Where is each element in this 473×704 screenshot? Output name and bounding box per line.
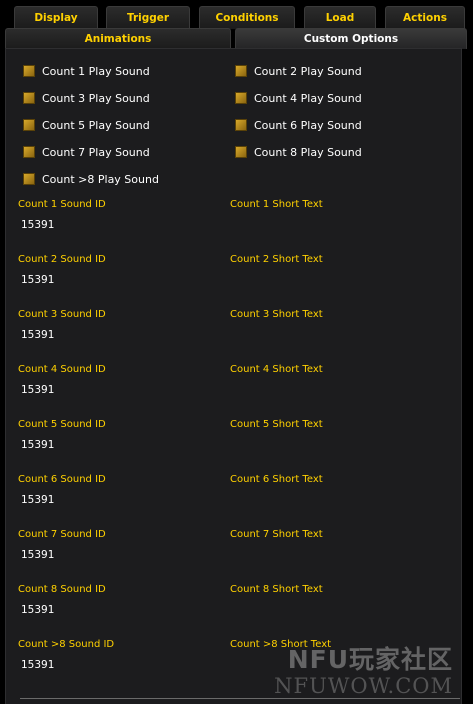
- count-8-short-text-input[interactable]: [233, 602, 433, 618]
- count-4-short-text-input[interactable]: [233, 382, 433, 398]
- checkbox-label: Count 6 Play Sound: [254, 118, 362, 132]
- count-1-sound-id-input[interactable]: [21, 217, 221, 233]
- count-5-sound-id-input[interactable]: [21, 437, 221, 453]
- count-7-play-sound-checkbox[interactable]: Count 7 Play Sound: [23, 144, 150, 160]
- watermark-url: NFUWOW.COM: [274, 674, 453, 698]
- count-2-sound-id-label: Count 2 Sound ID: [18, 254, 106, 265]
- count-5-sound-id-label: Count 5 Sound ID: [18, 419, 106, 430]
- count-8-short-text-label: Count 8 Short Text: [230, 584, 323, 595]
- count-gt8-sound-id-input[interactable]: [21, 657, 221, 673]
- tab-actions[interactable]: Actions: [385, 6, 465, 29]
- count-4-short-text-label: Count 4 Short Text: [230, 364, 323, 375]
- count-1-sound-id-label: Count 1 Sound ID: [18, 199, 106, 210]
- count-5-play-sound-checkbox[interactable]: Count 5 Play Sound: [23, 117, 150, 133]
- count-2-play-sound-checkbox[interactable]: Count 2 Play Sound: [235, 63, 362, 79]
- tab-conditions[interactable]: Conditions: [199, 6, 295, 29]
- watermark-title: NFU玩家社区: [287, 645, 453, 674]
- checkbox-label: Count 1 Play Sound: [42, 64, 150, 78]
- count-4-sound-id-input[interactable]: [21, 382, 221, 398]
- count-1-short-text-input[interactable]: [233, 217, 433, 233]
- count-8-play-sound-checkbox[interactable]: Count 8 Play Sound: [235, 144, 362, 160]
- count-4-sound-id-label: Count 4 Sound ID: [18, 364, 106, 375]
- count-5-short-text-input[interactable]: [233, 437, 433, 453]
- options-panel: Count 1 Play Sound Count 2 Play Sound Co…: [5, 48, 462, 704]
- count-5-short-text-label: Count 5 Short Text: [230, 419, 323, 430]
- count-7-short-text-label: Count 7 Short Text: [230, 529, 323, 540]
- checkbox-icon[interactable]: [23, 119, 35, 131]
- tab-custom-options[interactable]: Custom Options: [235, 28, 467, 49]
- count-6-sound-id-input[interactable]: [21, 492, 221, 508]
- tab-animations[interactable]: Animations: [5, 28, 231, 49]
- checkbox-icon[interactable]: [23, 146, 35, 158]
- count-1-play-sound-checkbox[interactable]: Count 1 Play Sound: [23, 63, 150, 79]
- count-6-sound-id-label: Count 6 Sound ID: [18, 474, 106, 485]
- checkbox-label: Count 2 Play Sound: [254, 64, 362, 78]
- checkbox-icon[interactable]: [23, 173, 35, 185]
- tab-load[interactable]: Load: [304, 6, 376, 29]
- tab-bar-secondary: Animations Custom Options: [0, 28, 473, 49]
- checkbox-icon[interactable]: [235, 146, 247, 158]
- count-6-short-text-input[interactable]: [233, 492, 433, 508]
- checkbox-icon[interactable]: [23, 65, 35, 77]
- count-3-play-sound-checkbox[interactable]: Count 3 Play Sound: [23, 90, 150, 106]
- checkbox-label: Count 7 Play Sound: [42, 145, 150, 159]
- count-4-play-sound-checkbox[interactable]: Count 4 Play Sound: [235, 90, 362, 106]
- checkbox-label: Count >8 Play Sound: [42, 172, 159, 186]
- count-8-sound-id-label: Count 8 Sound ID: [18, 584, 106, 595]
- checkbox-label: Count 4 Play Sound: [254, 91, 362, 105]
- count-3-sound-id-input[interactable]: [21, 327, 221, 343]
- count-2-short-text-label: Count 2 Short Text: [230, 254, 323, 265]
- count-1-short-text-label: Count 1 Short Text: [230, 199, 323, 210]
- count-7-short-text-input[interactable]: [233, 547, 433, 563]
- tab-bar-primary: Display Trigger Conditions Load Actions: [0, 6, 473, 30]
- count-3-short-text-input[interactable]: [233, 327, 433, 343]
- checkbox-label: Count 3 Play Sound: [42, 91, 150, 105]
- checkbox-label: Count 8 Play Sound: [254, 145, 362, 159]
- checkbox-label: Count 5 Play Sound: [42, 118, 150, 132]
- tab-display[interactable]: Display: [14, 6, 98, 29]
- custom-options-window: Display Trigger Conditions Load Actions …: [0, 0, 473, 704]
- count-3-sound-id-label: Count 3 Sound ID: [18, 309, 106, 320]
- count-8-sound-id-input[interactable]: [21, 602, 221, 618]
- count-6-play-sound-checkbox[interactable]: Count 6 Play Sound: [235, 117, 362, 133]
- tab-trigger[interactable]: Trigger: [106, 6, 190, 29]
- checkbox-icon[interactable]: [235, 119, 247, 131]
- count-gt8-sound-id-label: Count >8 Sound ID: [18, 639, 115, 650]
- count-7-sound-id-label: Count 7 Sound ID: [18, 529, 106, 540]
- count-6-short-text-label: Count 6 Short Text: [230, 474, 323, 485]
- count-gt8-play-sound-checkbox[interactable]: Count >8 Play Sound: [23, 171, 159, 187]
- count-7-sound-id-input[interactable]: [21, 547, 221, 563]
- checkbox-icon[interactable]: [23, 92, 35, 104]
- watermark: NFU玩家社区 NFUWOW.COM: [229, 640, 459, 700]
- count-3-short-text-label: Count 3 Short Text: [230, 309, 323, 320]
- count-2-sound-id-input[interactable]: [21, 272, 221, 288]
- count-2-short-text-input[interactable]: [233, 272, 433, 288]
- checkbox-icon[interactable]: [235, 92, 247, 104]
- checkbox-icon[interactable]: [235, 65, 247, 77]
